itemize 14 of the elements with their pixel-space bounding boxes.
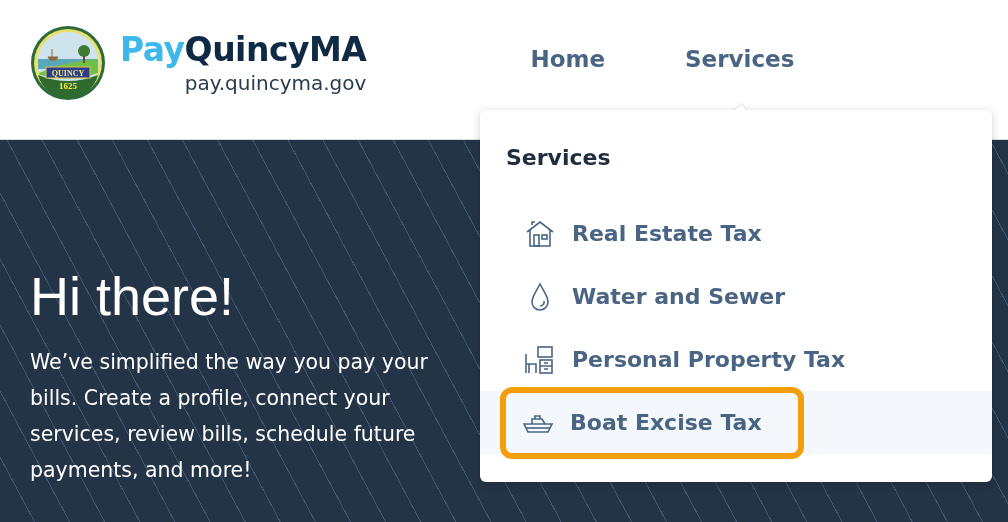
seal-banner-text: QUINCY: [51, 68, 85, 78]
nav-link[interactable]: Services: [685, 46, 795, 72]
desk-computer-icon: [524, 343, 556, 376]
site-logo-text: PayQuincyMA: [120, 30, 367, 70]
dropdown-heading: Services: [506, 144, 612, 172]
service-menu-item[interactable]: Personal Property Tax: [480, 328, 992, 391]
service-menu-item[interactable]: Water and Sewer: [480, 265, 992, 328]
seal-year-text: 1625: [59, 81, 77, 91]
hero-title: Hi there!: [30, 268, 235, 324]
hero-description: We’ve simplified the way you pay your bills. Create a profile, connect your services, review bills, schedule future payments, and more!: [30, 349, 429, 484]
nav-link[interactable]: Home: [530, 46, 605, 72]
site-domain: pay.quincyma.gov: [184, 70, 367, 96]
service-menu-item[interactable]: Real Estate Tax: [480, 202, 992, 265]
service-label: Boat Excise Tax: [570, 410, 762, 435]
